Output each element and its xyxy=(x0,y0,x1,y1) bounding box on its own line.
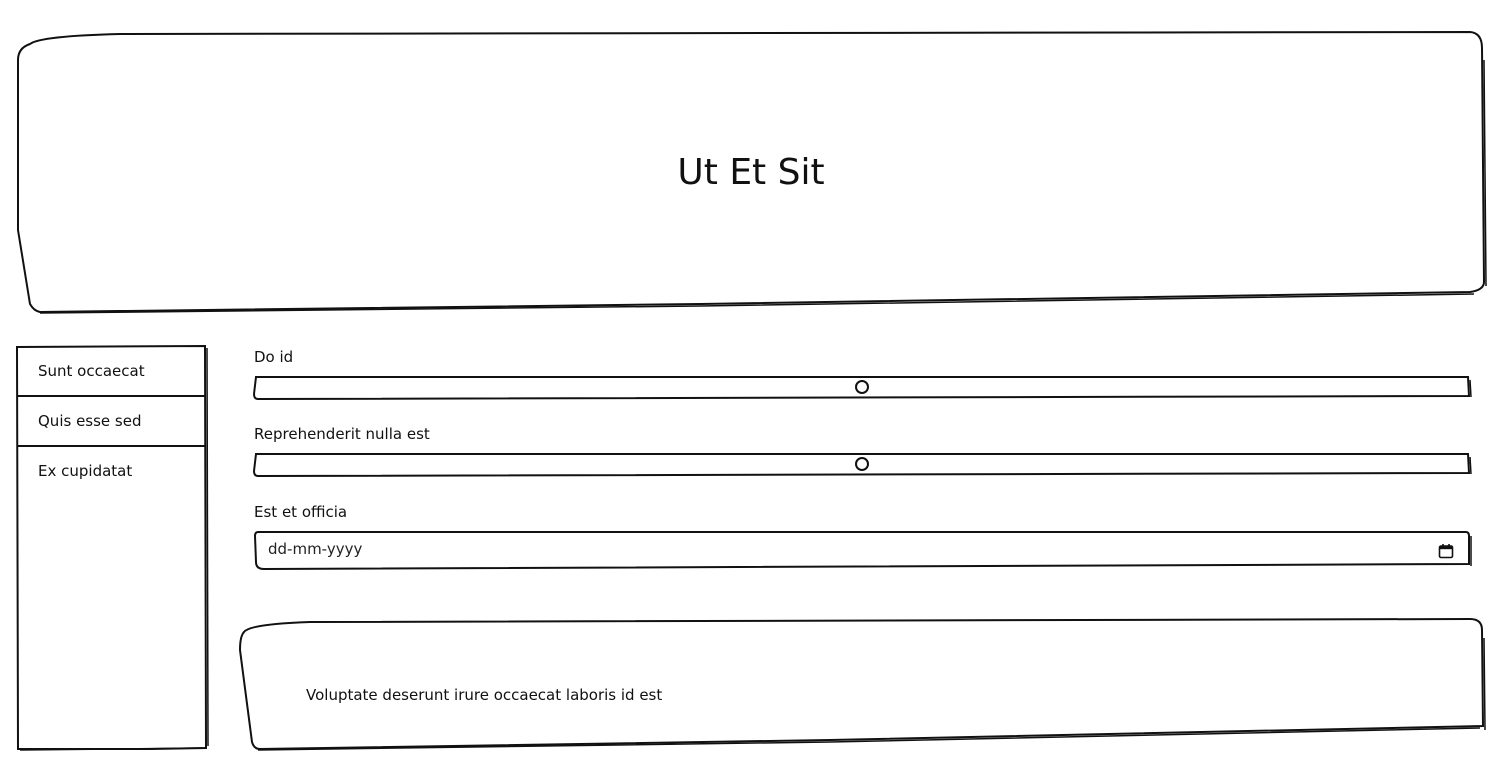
sidebar-item-quis-esse-sed[interactable]: Quis esse sed xyxy=(18,396,206,446)
footer-frame xyxy=(238,617,1486,751)
sidebar-item-label: Ex cupidatat xyxy=(38,462,133,480)
slider-thumb-do-id[interactable] xyxy=(855,380,869,394)
date-input-placeholder: dd-mm-yyyy xyxy=(268,540,363,558)
sidebar-item-sunt-occaecat[interactable]: Sunt occaecat xyxy=(18,346,206,396)
page: Ut Et Sit Sunt occaecat Quis esse sed Ex… xyxy=(0,0,1500,782)
sidebar-item-ex-cupidatat[interactable]: Ex cupidatat xyxy=(18,446,206,496)
date-label-est-et-officia: Est et officia xyxy=(254,503,348,521)
sidebar-item-label: Sunt occaecat xyxy=(38,362,145,380)
sidebar-item-label: Quis esse sed xyxy=(38,412,142,430)
slider-label-do-id: Do id xyxy=(254,348,294,366)
date-input[interactable] xyxy=(256,532,1468,570)
slider-thumb-reprehenderit[interactable] xyxy=(855,457,869,471)
footer-text: Voluptate deserunt irure occaecat labori… xyxy=(306,686,663,704)
calendar-icon[interactable] xyxy=(1438,543,1454,559)
page-title: Ut Et Sit xyxy=(677,151,825,193)
slider-label-reprehenderit: Reprehenderit nulla est xyxy=(254,425,430,443)
